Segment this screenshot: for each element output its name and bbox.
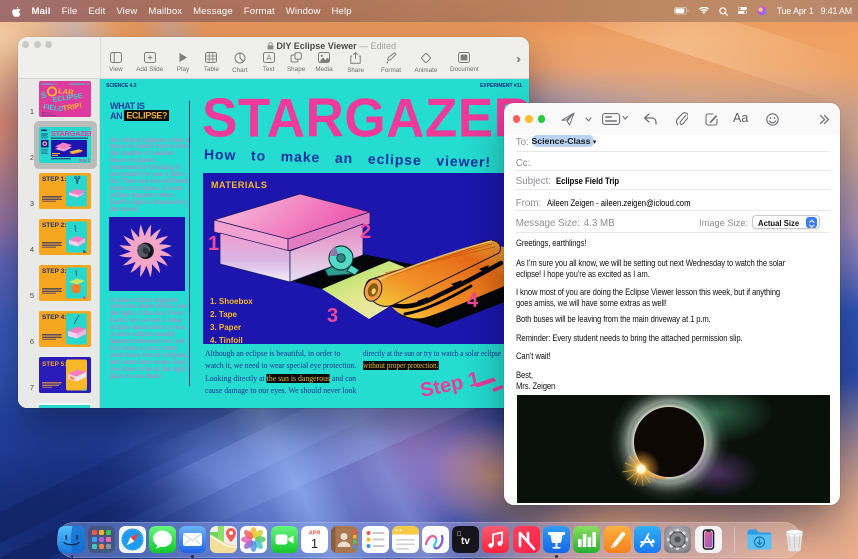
svg-text:1: 1 <box>311 536 318 551</box>
svg-text:STEP 5:: STEP 5: <box>42 361 66 368</box>
svg-text:4. Tinfoil: 4. Tinfoil <box>210 336 243 344</box>
svg-text:STEP 2:: STEP 2: <box>42 222 66 229</box>
svg-text:STEP 3:: STEP 3: <box>42 268 66 275</box>
svg-text:STEP 1:: STEP 1: <box>42 176 66 183</box>
svg-text::  <box>457 531 462 538</box>
svg-text:2: 2 <box>360 221 371 243</box>
svg-text:STEP 4:: STEP 4: <box>42 314 66 321</box>
svg-text:Step 1: Step 1 <box>79 158 90 162</box>
svg-text:4: 4 <box>467 290 479 312</box>
svg-text:TRIP!: TRIP! <box>62 101 83 113</box>
svg-text:1: 1 <box>208 233 219 255</box>
svg-text:STARGAZER: STARGAZER <box>51 129 90 138</box>
svg-text:MATERIALS: MATERIALS <box>211 180 267 190</box>
svg-text:Main Driveway: Main Driveway <box>42 114 57 117</box>
svg-text:3: 3 <box>327 305 338 327</box>
svg-text:3. Paper: 3. Paper <box>210 323 241 332</box>
svg-text:tv: tv <box>461 536 470 547</box>
svg-text:2. Tape: 2. Tape <box>210 310 238 319</box>
svg-text:1. Shoebox: 1. Shoebox <box>210 297 253 306</box>
svg-text:SCIENCE 4.1: SCIENCE 4.1 <box>41 82 57 86</box>
svg-text:S: S <box>40 90 48 100</box>
svg-text:A: A <box>266 53 271 62</box>
svg-text:EXPERIMENT #1: EXPERIMENT #1 <box>69 82 90 86</box>
